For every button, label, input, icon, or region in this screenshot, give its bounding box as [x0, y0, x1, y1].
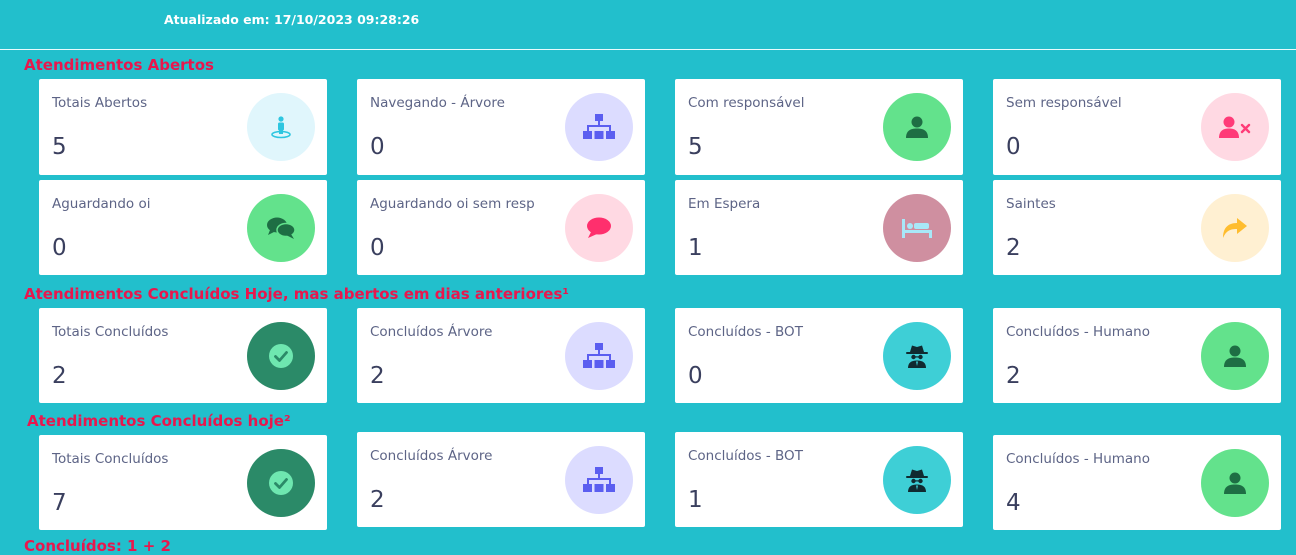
- sitemap-icon: [565, 322, 633, 390]
- card-label: Concluídos - Humano: [1006, 451, 1150, 467]
- card-aguardando-oi[interactable]: Aguardando oi 0: [39, 180, 327, 275]
- card-value: 5: [688, 134, 703, 160]
- card-label: Concluídos - Humano: [1006, 324, 1150, 340]
- card-ontem-concluidos-humano[interactable]: Concluídos - Humano 2: [993, 308, 1281, 403]
- sitemap-icon: [565, 93, 633, 161]
- card-label: Saintes: [1006, 196, 1056, 212]
- card-value: 2: [370, 363, 385, 389]
- card-label: Concluídos - BOT: [688, 448, 803, 464]
- card-label: Aguardando oi sem resp: [370, 196, 535, 212]
- card-label: Navegando - Árvore: [370, 95, 505, 111]
- card-value: 5: [52, 134, 67, 160]
- chat-bubbles-icon: [247, 194, 315, 262]
- card-com-responsavel[interactable]: Com responsável 5: [675, 79, 963, 175]
- card-ontem-totais-concluidos[interactable]: Totais Concluídos 2: [39, 308, 327, 403]
- card-label: Concluídos Árvore: [370, 448, 493, 464]
- person-pin-icon: [247, 93, 315, 161]
- card-value: 2: [52, 363, 67, 389]
- card-hoje-concluidos-arvore[interactable]: Concluídos Árvore 2: [357, 432, 645, 527]
- card-value: 0: [688, 363, 703, 389]
- header-divider: [0, 49, 1296, 50]
- card-ontem-concluidos-bot[interactable]: Concluídos - BOT 0: [675, 308, 963, 403]
- card-value: 0: [370, 134, 385, 160]
- card-value: 0: [52, 235, 67, 261]
- spy-icon: [883, 322, 951, 390]
- card-value: 0: [1006, 134, 1021, 160]
- card-label: Sem responsável: [1006, 95, 1122, 111]
- card-hoje-concluidos-bot[interactable]: Concluídos - BOT 1: [675, 432, 963, 527]
- share-arrow-icon: [1201, 194, 1269, 262]
- card-label: Concluídos - BOT: [688, 324, 803, 340]
- section-title-concluidos-hoje: Atendimentos Concluídos hoje²: [27, 412, 291, 430]
- check-circle-icon: [247, 449, 315, 517]
- card-aguardando-oi-sem-resp[interactable]: Aguardando oi sem resp 0: [357, 180, 645, 275]
- card-value: 0: [370, 235, 385, 261]
- card-ontem-concluidos-arvore[interactable]: Concluídos Árvore 2: [357, 308, 645, 403]
- user-icon: [1201, 322, 1269, 390]
- card-value: 2: [1006, 363, 1021, 389]
- check-circle-icon: [247, 322, 315, 390]
- section-title-abertos: Atendimentos Abertos: [24, 56, 214, 74]
- card-value: 1: [688, 235, 703, 261]
- card-sem-responsavel[interactable]: Sem responsável 0: [993, 79, 1281, 175]
- spy-icon: [883, 446, 951, 514]
- card-label: Aguardando oi: [52, 196, 151, 212]
- card-value: 1: [688, 487, 703, 513]
- card-value: 4: [1006, 490, 1021, 516]
- sitemap-icon: [565, 446, 633, 514]
- card-label: Em Espera: [688, 196, 761, 212]
- card-hoje-totais-concluidos[interactable]: Totais Concluídos 7: [39, 435, 327, 530]
- bed-icon: [883, 194, 951, 262]
- card-saintes[interactable]: Saintes 2: [993, 180, 1281, 275]
- card-value: 7: [52, 490, 67, 516]
- user-icon: [883, 93, 951, 161]
- card-value: 2: [370, 487, 385, 513]
- card-value: 2: [1006, 235, 1021, 261]
- card-label: Totais Concluídos: [52, 451, 169, 467]
- section-title-concluidos-total: Concluídos: 1 + 2: [24, 537, 171, 555]
- card-hoje-concluidos-humano[interactable]: Concluídos - Humano 4: [993, 435, 1281, 530]
- card-em-espera[interactable]: Em Espera 1: [675, 180, 963, 275]
- card-navegando-arvore[interactable]: Navegando - Árvore 0: [357, 79, 645, 175]
- user-x-icon: [1201, 93, 1269, 161]
- card-label: Totais Abertos: [52, 95, 148, 111]
- card-label: Com responsável: [688, 95, 805, 111]
- card-label: Totais Concluídos: [52, 324, 169, 340]
- last-updated-text: Atualizado em: 17/10/2023 09:28:26: [164, 12, 420, 27]
- comment-icon: [565, 194, 633, 262]
- section-title-concluidos-anteriores: Atendimentos Concluídos Hoje, mas aberto…: [24, 285, 569, 303]
- card-label: Concluídos Árvore: [370, 324, 493, 340]
- card-totais-abertos[interactable]: Totais Abertos 5: [39, 79, 327, 175]
- user-icon: [1201, 449, 1269, 517]
